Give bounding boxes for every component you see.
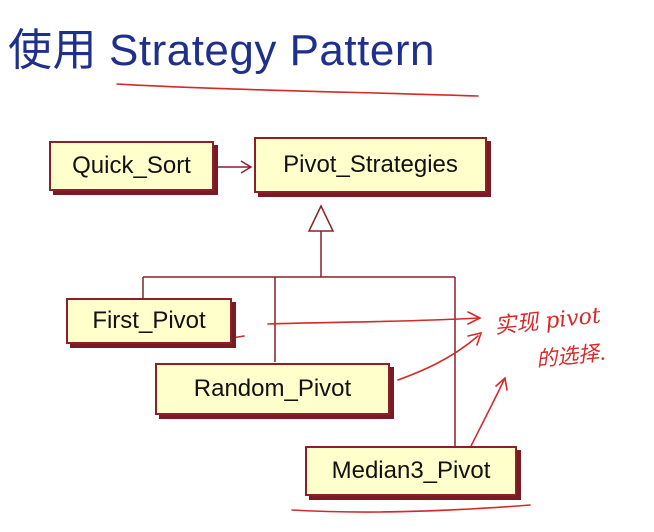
class-random-pivot-label: Random_Pivot bbox=[193, 375, 352, 402]
class-median3-pivot-label: Median3_Pivot bbox=[331, 457, 491, 484]
class-random-pivot: Random_Pivot bbox=[155, 363, 390, 415]
class-quick-sort-label: Quick_Sort bbox=[72, 152, 191, 179]
ink-arrow-from-random-pivot bbox=[397, 335, 479, 381]
class-median3-pivot: Median3_Pivot bbox=[305, 446, 517, 496]
class-first-pivot: First_Pivot bbox=[66, 298, 232, 344]
ink-arrow-from-first-pivot bbox=[267, 317, 479, 325]
ink-arrow-from-median3-pivot bbox=[469, 379, 505, 449]
underline-median3-pivot-ink bbox=[291, 504, 531, 513]
title-underline-ink bbox=[116, 83, 479, 97]
class-quick-sort: Quick_Sort bbox=[49, 141, 214, 191]
class-pivot-strategies-label: Pivot_Strategies bbox=[283, 151, 458, 178]
class-first-pivot-label: First_Pivot bbox=[92, 307, 206, 334]
inheritance-triangle bbox=[307, 204, 335, 232]
class-pivot-strategies: Pivot_Strategies bbox=[254, 137, 487, 193]
